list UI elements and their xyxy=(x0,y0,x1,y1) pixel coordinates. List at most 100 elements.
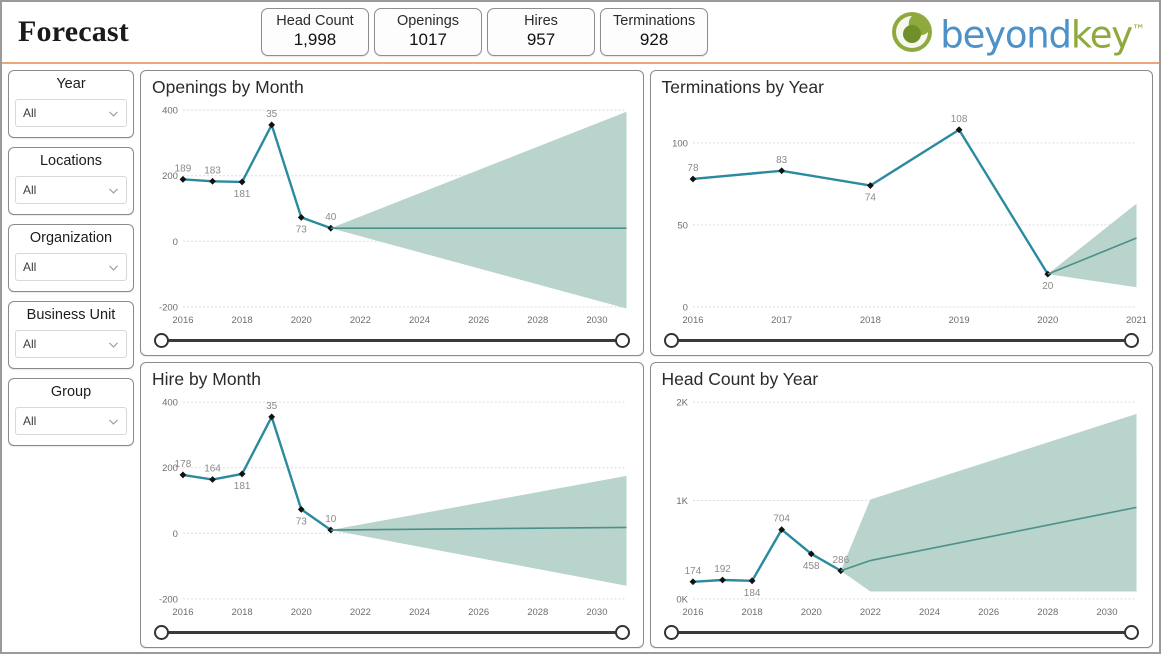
svg-text:2018: 2018 xyxy=(232,315,253,326)
chart-plot-terminations-by-year: 100 50 0 2016 2017 2018 2019 2020 2021 78 83 74 108 2… xyxy=(657,98,1146,329)
svg-text:400: 400 xyxy=(162,106,178,117)
data-point-label: 164 xyxy=(204,464,221,475)
kpi-value: 1017 xyxy=(409,30,447,49)
svg-text:2026: 2026 xyxy=(978,607,999,618)
kpi-label: Openings xyxy=(396,13,460,29)
svg-text:1K: 1K xyxy=(676,496,688,507)
data-point-label: 20 xyxy=(1042,281,1054,292)
data-point-marker xyxy=(209,476,216,483)
data-point-marker xyxy=(689,578,696,586)
filter-dropdown-locations[interactable]: All xyxy=(15,176,127,204)
kpi-value: 957 xyxy=(526,30,556,49)
svg-text:2016: 2016 xyxy=(172,315,193,326)
slider-handle-min[interactable] xyxy=(154,625,169,640)
svg-text:2K: 2K xyxy=(676,398,688,409)
svg-text:0: 0 xyxy=(682,302,687,313)
svg-text:2028: 2028 xyxy=(527,315,548,326)
slider-track[interactable] xyxy=(162,631,622,634)
svg-text:2016: 2016 xyxy=(172,607,193,618)
filter-dropdown-organization[interactable]: All xyxy=(15,253,127,281)
svg-text:2022: 2022 xyxy=(859,607,880,618)
svg-text:2030: 2030 xyxy=(586,607,607,618)
filters-sidebar: Year All Locations All Organization All xyxy=(8,70,134,648)
range-slider-openings-by-month[interactable] xyxy=(153,329,631,351)
range-slider-hire-by-month[interactable] xyxy=(153,621,631,643)
kpi-card-hires[interactable]: Hires 957 xyxy=(487,8,595,56)
svg-text:2022: 2022 xyxy=(350,607,371,618)
slider-handle-max[interactable] xyxy=(1124,333,1139,348)
slider-handle-min[interactable] xyxy=(663,333,679,348)
chevron-down-icon xyxy=(109,341,118,348)
chart-title: Head Count by Year xyxy=(661,369,819,389)
svg-text:100: 100 xyxy=(672,138,688,149)
slider-track[interactable] xyxy=(671,339,1131,342)
logo-word-key: key xyxy=(1070,13,1133,57)
data-point-label: 192 xyxy=(714,564,731,575)
slider-handle-max[interactable] xyxy=(614,333,630,348)
data-point-label: 181 xyxy=(234,481,251,492)
dashboard-root: Forecast Head Count 1,998 Openings 1017 … xyxy=(0,0,1161,654)
filter-label: Group xyxy=(50,384,92,400)
data-point-label: 286 xyxy=(832,555,849,566)
chart-plot-hire-by-month: 400 200 0 -200 2016 2018 2020 2022 2024 2026 2028 2… xyxy=(147,390,637,621)
series-line-actual xyxy=(182,121,332,230)
svg-text:400: 400 xyxy=(162,398,178,409)
data-point-marker xyxy=(179,471,187,479)
range-slider-head-count-by-year[interactable] xyxy=(663,621,1141,643)
chart-svg: 4002000-2002016 2018 2020 2022 2024 2026 2028 2… xyxy=(159,398,627,618)
svg-text:2028: 2028 xyxy=(1037,607,1058,618)
data-point-label: 73 xyxy=(296,516,308,527)
chart-card-terminations-by-year: Terminations by Year 100 50 0 2016 2017 2018 2… xyxy=(649,70,1153,356)
slider-handle-min[interactable] xyxy=(154,333,169,348)
slider-handle-max[interactable] xyxy=(1124,625,1139,640)
range-slider-terminations-by-year[interactable] xyxy=(663,329,1141,351)
filter-selected-value: All xyxy=(23,414,37,428)
svg-text:2024: 2024 xyxy=(918,607,939,618)
svg-text:2026: 2026 xyxy=(468,315,489,326)
slider-track[interactable] xyxy=(671,631,1131,634)
svg-text:2020: 2020 xyxy=(291,315,312,326)
data-point-label: 83 xyxy=(776,155,788,166)
chart-card-openings-by-month: Openings by Month 400 200 0 -200 2016 2018 202… xyxy=(140,70,644,356)
svg-text:0: 0 xyxy=(173,529,178,540)
chart-title: Openings by Month xyxy=(152,77,304,97)
svg-text:2018: 2018 xyxy=(232,607,253,618)
data-point-label: 178 xyxy=(175,459,192,470)
data-point-label: 458 xyxy=(802,561,819,572)
chevron-down-icon xyxy=(109,187,118,194)
svg-text:2026: 2026 xyxy=(468,607,489,618)
kpi-label: Head Count xyxy=(276,13,354,29)
svg-text:2016: 2016 xyxy=(682,315,703,326)
chart-svg: 2K 1K 0K 2016 2018 2020 2022 2024 2026 2028 2030 17… xyxy=(676,398,1137,618)
svg-text:2024: 2024 xyxy=(409,315,430,326)
filter-dropdown-year[interactable]: All xyxy=(15,99,127,127)
slider-handle-min[interactable] xyxy=(663,625,679,640)
data-point-label: 73 xyxy=(296,224,308,235)
slider-handle-max[interactable] xyxy=(614,625,630,640)
kpi-row: Head Count 1,998 Openings 1017 Hires 957… xyxy=(261,8,709,56)
kpi-card-terminations[interactable]: Terminations 928 xyxy=(600,8,709,56)
svg-text:2017: 2017 xyxy=(771,315,792,326)
svg-text:2019: 2019 xyxy=(948,315,969,326)
svg-text:-200: -200 xyxy=(159,302,178,313)
filter-selected-value: All xyxy=(23,183,37,197)
filter-label: Locations xyxy=(39,153,103,169)
svg-text:2020: 2020 xyxy=(800,607,821,618)
kpi-card-openings[interactable]: Openings 1017 xyxy=(374,8,482,56)
chart-plot-head-count-by-year: 2K 1K 0K 2016 2018 2020 2022 2024 2026 2028 2030 17… xyxy=(657,390,1147,621)
svg-text:0K: 0K xyxy=(676,594,688,605)
data-point-label: 184 xyxy=(743,588,760,599)
filter-card-organization: Organization All xyxy=(8,224,134,292)
data-point-marker xyxy=(718,576,726,584)
data-point-marker xyxy=(209,177,216,185)
filter-dropdown-group[interactable]: All xyxy=(15,407,127,435)
kpi-label: Hires xyxy=(524,13,558,29)
filter-selected-value: All xyxy=(23,106,37,120)
forecast-band xyxy=(1047,203,1137,288)
data-point-marker xyxy=(297,213,305,221)
slider-track[interactable] xyxy=(162,339,622,342)
filter-dropdown-business-unit[interactable]: All xyxy=(15,330,127,358)
dashboard-header: Forecast Head Count 1,998 Openings 1017 … xyxy=(2,2,1159,64)
kpi-card-head-count[interactable]: Head Count 1,998 xyxy=(261,8,369,56)
chart-svg: 4002000-2002016 2018 2020 2022 2024 2026 2028 2… xyxy=(159,106,627,326)
